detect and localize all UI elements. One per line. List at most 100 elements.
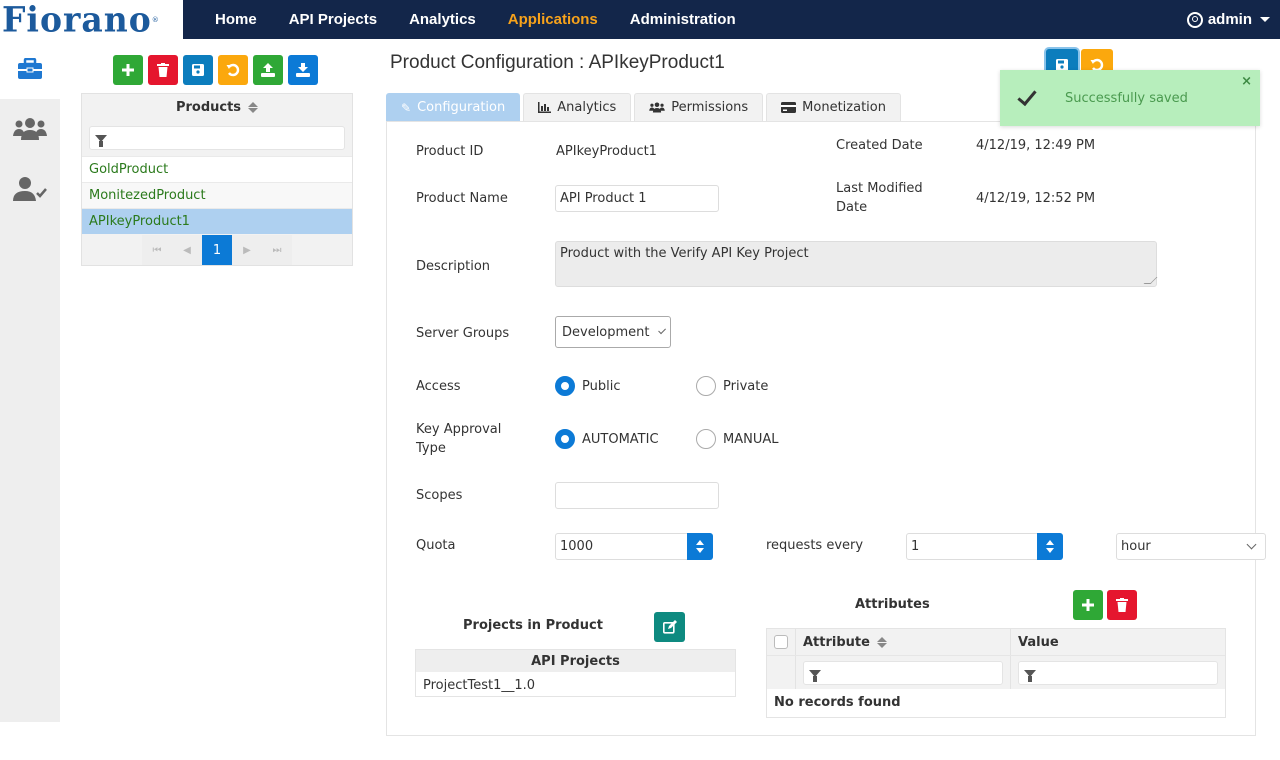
quota-label: Quota: [416, 538, 456, 553]
key-approval-label: Key Approval Type: [416, 422, 502, 456]
value-header-label: Value: [1018, 634, 1059, 650]
product-id-value: APIkeyProduct1: [556, 144, 657, 159]
product-row-monitezedproduct[interactable]: MonitezedProduct: [82, 182, 352, 208]
rail-item-products[interactable]: [0, 39, 60, 99]
undo-icon: [226, 63, 240, 77]
product-name-input[interactable]: API Product 1: [555, 185, 719, 212]
add-product-button[interactable]: [113, 55, 143, 85]
interval-unit-value: hour: [1121, 539, 1151, 554]
user-menu[interactable]: admin: [1186, 0, 1270, 39]
credit-card-icon: [781, 102, 797, 113]
tab-configuration[interactable]: ✎ Configuration: [386, 93, 521, 121]
left-rail: [0, 39, 60, 722]
nav-api-projects[interactable]: API Projects: [289, 11, 377, 28]
attribute-column-header[interactable]: Attribute: [796, 629, 1011, 655]
spin-down-icon[interactable]: [696, 548, 704, 553]
chevron-down-icon: [657, 325, 666, 335]
interval-input[interactable]: 1: [906, 533, 1038, 560]
resize-grip-icon[interactable]: [1143, 277, 1158, 284]
fiorano-logo[interactable]: Fiorano ®: [0, 0, 183, 39]
tab-permissions[interactable]: Permissions: [634, 93, 764, 121]
radio-label: AUTOMATIC: [582, 431, 659, 447]
spin-down-icon[interactable]: [1046, 548, 1054, 553]
save-product-button[interactable]: [183, 55, 213, 85]
tab-analytics[interactable]: Analytics: [523, 93, 632, 121]
key-approval-automatic-radio[interactable]: AUTOMATIC: [555, 429, 659, 449]
prev-page-icon[interactable]: ◀: [172, 235, 202, 265]
server-groups-label: Server Groups: [416, 326, 510, 341]
user-circle-icon: [1186, 11, 1203, 28]
spin-up-icon[interactable]: [1046, 540, 1054, 545]
nav-administration[interactable]: Administration: [630, 11, 736, 28]
access-private-radio[interactable]: Private: [696, 376, 768, 396]
logo-text: Fiorano: [2, 0, 152, 40]
value-filter-input[interactable]: [1018, 661, 1218, 685]
sort-icon: [248, 101, 259, 113]
radio-unchecked-icon: [696, 429, 716, 449]
scopes-input[interactable]: [555, 482, 719, 509]
nav-analytics[interactable]: Analytics: [409, 11, 476, 28]
interval-spinner[interactable]: [1037, 533, 1063, 560]
toast-message: Successfully saved: [1065, 91, 1188, 106]
attributes-title: Attributes: [855, 597, 930, 612]
products-grid: Products GoldProduct MonitezedProduct AP…: [81, 93, 353, 266]
page-number-button[interactable]: 1: [202, 235, 232, 265]
product-toolbar: [113, 55, 318, 85]
chevron-down-icon: [1246, 539, 1257, 550]
product-name-label: Product Name: [416, 191, 508, 206]
export-product-button[interactable]: [288, 55, 318, 85]
trash-icon: [1116, 598, 1128, 612]
checkmark-icon: [1017, 85, 1037, 107]
server-groups-value: Development: [562, 324, 650, 340]
select-all-checkbox[interactable]: [774, 635, 788, 649]
product-row-goldproduct[interactable]: GoldProduct: [82, 156, 352, 182]
description-textarea[interactable]: Product with the Verify API Key Project: [555, 241, 1158, 287]
products-filter-input[interactable]: [89, 126, 345, 150]
username: admin: [1207, 11, 1252, 28]
last-page-icon[interactable]: ⏭: [262, 235, 292, 265]
project-row[interactable]: ProjectTest1__1.0: [416, 672, 735, 698]
products-header-label: Products: [175, 99, 242, 115]
rail-item-approvals[interactable]: [0, 159, 60, 219]
first-page-icon[interactable]: ⏮: [142, 235, 172, 265]
add-attribute-button[interactable]: [1073, 590, 1103, 620]
user-check-icon: [13, 177, 47, 201]
spin-up-icon[interactable]: [696, 540, 704, 545]
attribute-filter-input[interactable]: [803, 661, 1003, 685]
value-column-header: Value: [1011, 629, 1225, 655]
rail-item-groups[interactable]: [0, 99, 60, 159]
delete-product-button[interactable]: [148, 55, 178, 85]
requests-every-label: requests every: [766, 538, 864, 553]
nav-applications[interactable]: Applications: [508, 11, 598, 28]
created-date-label: Created Date: [836, 138, 923, 153]
import-product-button[interactable]: [253, 55, 283, 85]
product-id-label: Product ID: [416, 144, 484, 159]
radio-checked-icon: [555, 376, 575, 396]
filter-icon: [95, 134, 107, 147]
tab-monetization[interactable]: Monetization: [766, 93, 901, 121]
radio-checked-icon: [555, 429, 575, 449]
close-icon[interactable]: ×: [1241, 74, 1252, 89]
product-row-apikeyproduct1[interactable]: APIkeyProduct1: [82, 208, 352, 234]
revert-product-button[interactable]: [218, 55, 248, 85]
pencil-icon: ✎: [401, 100, 412, 115]
no-records-message: No records found: [774, 694, 901, 710]
quota-input[interactable]: 1000: [555, 533, 689, 560]
nav-home[interactable]: Home: [215, 11, 257, 28]
products-column-header[interactable]: Products: [82, 94, 352, 120]
next-page-icon[interactable]: ▶: [232, 235, 262, 265]
upload-icon: [261, 63, 275, 77]
radio-unchecked-icon: [696, 376, 716, 396]
edit-icon: [662, 620, 677, 634]
users-icon: [649, 102, 666, 113]
download-icon: [296, 63, 310, 77]
attributes-grid: Attribute Value No records found: [766, 628, 1226, 718]
server-groups-select[interactable]: Development: [555, 316, 671, 348]
bar-chart-icon: [538, 102, 552, 113]
quota-spinner[interactable]: [687, 533, 713, 560]
interval-unit-select[interactable]: hour: [1116, 533, 1266, 560]
delete-attribute-button[interactable]: [1107, 590, 1137, 620]
access-public-radio[interactable]: Public: [555, 376, 620, 396]
key-approval-manual-radio[interactable]: MANUAL: [696, 429, 779, 449]
edit-projects-button[interactable]: [654, 612, 685, 642]
